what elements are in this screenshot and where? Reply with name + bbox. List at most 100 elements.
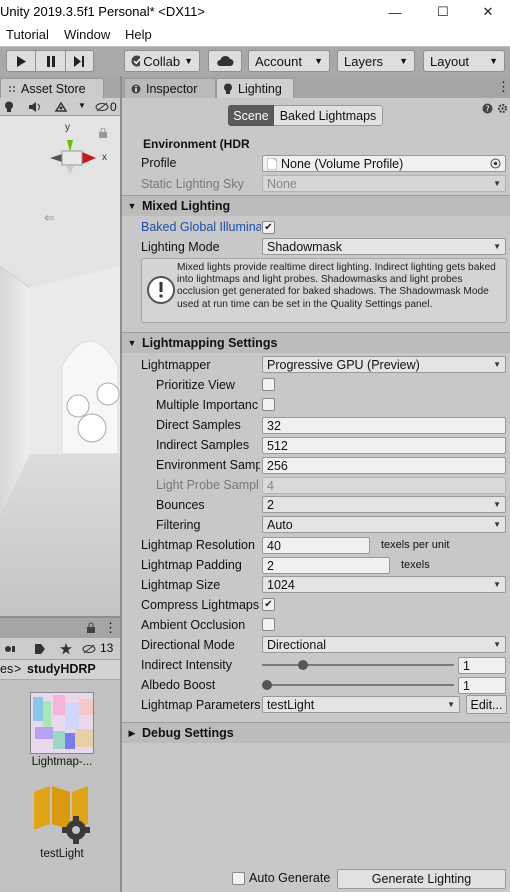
hidden-asset-count: 13 bbox=[100, 641, 114, 655]
label-tag-icon[interactable] bbox=[34, 643, 46, 655]
chevron-down-icon: ▼ bbox=[493, 179, 501, 188]
svg-text:?: ? bbox=[485, 105, 489, 114]
filter-type-icon[interactable] bbox=[4, 643, 16, 655]
auto-generate-checkbox[interactable] bbox=[232, 872, 245, 885]
static-lighting-sky-dropdown: None ▼ bbox=[262, 175, 506, 192]
minimize-button[interactable]: — bbox=[376, 0, 414, 24]
audio-icon[interactable] bbox=[28, 101, 42, 113]
subtab-scene[interactable]: Scene bbox=[228, 105, 274, 126]
info-text: Mixed lights provide realtime direct lig… bbox=[177, 262, 496, 310]
profile-object-field[interactable]: None (Volume Profile) bbox=[262, 155, 506, 172]
chevron-down-icon: ▼ bbox=[447, 700, 455, 709]
lightmapping-title: Lightmapping Settings bbox=[142, 336, 278, 350]
direct-samples-input[interactable]: 32 bbox=[262, 417, 506, 434]
albedo-boost-slider[interactable] bbox=[262, 676, 454, 694]
play-button[interactable] bbox=[6, 50, 36, 72]
more-options-icon[interactable]: ⋮ bbox=[104, 620, 117, 636]
subtab-baked-lightmaps[interactable]: Baked Lightmaps bbox=[274, 105, 383, 126]
static-lighting-sky-value: None bbox=[267, 176, 297, 191]
more-options-icon[interactable]: ⋮ bbox=[497, 79, 510, 95]
lock-icon[interactable] bbox=[86, 622, 96, 634]
testlight-asset-label[interactable]: testLight bbox=[20, 848, 104, 860]
collab-dropdown[interactable]: Collab ▼ bbox=[124, 50, 200, 72]
multiple-importance-checkbox[interactable] bbox=[262, 398, 275, 411]
baked-gi-checkbox[interactable]: ✔ bbox=[262, 221, 275, 234]
lightmap-parameters-label: Lightmap Parameters bbox=[141, 698, 261, 712]
slider-thumb[interactable] bbox=[298, 660, 309, 670]
indirect-intensity-input[interactable]: 1 bbox=[458, 657, 506, 674]
chevron-down-icon: ▼ bbox=[399, 56, 408, 66]
lightmap-resolution-label: Lightmap Resolution bbox=[141, 538, 255, 552]
lightmap-padding-input[interactable]: 2 bbox=[262, 557, 390, 574]
mixed-lighting-header[interactable]: ▼ Mixed Lighting bbox=[122, 195, 510, 216]
environment-samples-input[interactable]: 256 bbox=[262, 457, 506, 474]
favorite-star-icon[interactable] bbox=[60, 643, 72, 655]
generate-lighting-button[interactable]: Generate Lighting bbox=[337, 869, 506, 889]
bounces-label: Bounces bbox=[156, 498, 205, 512]
chevron-down-icon[interactable]: ▼ bbox=[78, 101, 86, 110]
hidden-eye-icon[interactable] bbox=[82, 644, 96, 654]
lock-icon[interactable] bbox=[98, 128, 108, 138]
layers-dropdown[interactable]: Layers ▼ bbox=[337, 50, 415, 72]
tab-asset-store[interactable]: Asset Store bbox=[0, 78, 104, 98]
debug-settings-header[interactable]: ▶ Debug Settings bbox=[122, 722, 510, 743]
menu-help[interactable]: Help bbox=[125, 27, 152, 42]
indirect-intensity-label: Indirect Intensity bbox=[141, 658, 233, 672]
layout-dropdown[interactable]: Layout ▼ bbox=[423, 50, 505, 72]
filtering-dropdown[interactable]: Auto ▼ bbox=[262, 516, 506, 533]
light-gizmo-icons[interactable] bbox=[60, 378, 120, 448]
chevron-down-icon: ▼ bbox=[184, 56, 193, 66]
lightmap-resolution-input[interactable]: 40 bbox=[262, 537, 370, 554]
maximize-button[interactable]: ☐ bbox=[424, 0, 462, 24]
breadcrumb-separator-icon: > bbox=[14, 662, 22, 676]
step-button[interactable] bbox=[66, 50, 94, 72]
indirect-samples-input[interactable]: 512 bbox=[262, 437, 506, 454]
resolution-unit: texels per unit bbox=[381, 539, 450, 551]
slider-thumb[interactable] bbox=[262, 680, 272, 690]
cloud-icon bbox=[217, 55, 234, 66]
checkmark-icon: ✔ bbox=[264, 221, 273, 233]
hidden-eye-icon[interactable] bbox=[95, 102, 109, 112]
breadcrumb-folder[interactable]: studyHDRP bbox=[27, 662, 96, 676]
effects-icon[interactable] bbox=[54, 101, 68, 113]
project-tab-strip: ⋮ bbox=[0, 618, 120, 638]
lightmap-size-dropdown[interactable]: 1024 ▼ bbox=[262, 576, 506, 593]
scene-view[interactable]: y x ⇐ bbox=[0, 116, 120, 616]
directional-mode-label: Directional Mode bbox=[141, 638, 235, 652]
bounces-dropdown[interactable]: 2 ▼ bbox=[262, 496, 506, 513]
menu-window[interactable]: Window bbox=[64, 27, 110, 42]
prioritize-view-checkbox[interactable] bbox=[262, 378, 275, 391]
compress-lightmaps-checkbox[interactable]: ✔ bbox=[262, 598, 275, 611]
account-dropdown[interactable]: Account ▼ bbox=[248, 50, 330, 72]
tab-lighting[interactable]: Lighting bbox=[216, 78, 294, 98]
lightmapper-dropdown[interactable]: Progressive GPU (Preview) ▼ bbox=[262, 356, 506, 373]
lightmap-parameters-dropdown[interactable]: testLight ▼ bbox=[262, 696, 460, 713]
cloud-button[interactable] bbox=[208, 50, 242, 72]
ambient-occlusion-checkbox[interactable] bbox=[262, 618, 275, 631]
close-button[interactable]: ✕ bbox=[469, 0, 507, 24]
info-helpbox: Mixed lights provide realtime direct lig… bbox=[141, 258, 507, 323]
albedo-boost-input[interactable]: 1 bbox=[458, 677, 506, 694]
lightmapping-settings-header[interactable]: ▼ Lightmapping Settings bbox=[122, 332, 510, 353]
hidden-count: 0 bbox=[110, 100, 117, 114]
settings-gear-icon[interactable] bbox=[497, 103, 508, 114]
lightmap-asset-label[interactable]: Lightmap-... bbox=[20, 756, 104, 768]
pause-button[interactable] bbox=[36, 50, 66, 72]
lighting-settings-asset-icon[interactable] bbox=[30, 784, 94, 844]
menu-tutorial[interactable]: Tutorial bbox=[6, 27, 49, 42]
right-tab-strip: Inspector Lighting ⋮ bbox=[122, 76, 510, 98]
padding-unit: texels bbox=[401, 559, 430, 571]
tab-inspector[interactable]: Inspector bbox=[124, 78, 216, 98]
lighting-mode-dropdown[interactable]: Shadowmask ▼ bbox=[262, 238, 506, 255]
lightmap-parameters-value: testLight bbox=[267, 697, 315, 712]
edit-parameters-button[interactable]: Edit... bbox=[466, 695, 507, 714]
object-picker-icon[interactable] bbox=[490, 158, 501, 169]
breadcrumb-prefix[interactable]: es bbox=[0, 662, 13, 676]
indirect-intensity-slider[interactable] bbox=[262, 656, 454, 674]
axis-gizmo[interactable] bbox=[36, 124, 106, 196]
help-icon[interactable]: ? bbox=[482, 103, 493, 114]
directional-mode-dropdown[interactable]: Directional ▼ bbox=[262, 636, 506, 653]
light-bulb-icon[interactable] bbox=[4, 101, 14, 113]
static-lighting-sky-label: Static Lighting Sky bbox=[141, 177, 244, 191]
lightmap-thumbnail[interactable] bbox=[30, 692, 94, 754]
